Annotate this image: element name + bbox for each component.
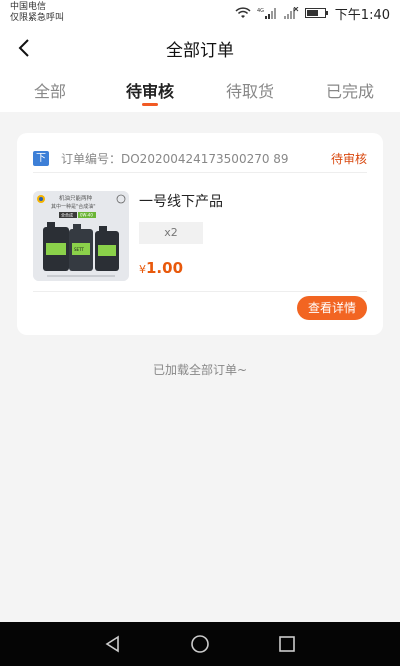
carrier-info: 中国电信 仅限紧急呼叫 <box>10 2 64 24</box>
system-nav-bar <box>0 622 400 666</box>
order-card-header: 下 订单编号：DO20200424173500270 89 待审核 <box>33 147 367 173</box>
product-thumbnail[interactable]: 机油只能两种 其中一种是"合成油" 全合成 0W-40 SETT <box>33 191 129 281</box>
store-badge: 下 <box>33 151 49 166</box>
promo-tag-right: 0W-40 <box>80 213 93 218</box>
view-details-button[interactable]: 查看详情 <box>297 296 367 320</box>
product-price: ¥1.00 <box>139 258 183 277</box>
carrier-name: 中国电信 <box>10 2 47 12</box>
bottle-label: SETT <box>74 247 84 252</box>
emergency-only-text: 仅限紧急呼叫 <box>10 13 65 23</box>
order-status-badge: 待审核 <box>330 152 367 166</box>
tab-pending-review[interactable]: 待审核 <box>100 70 200 112</box>
tab-completed[interactable]: 已完成 <box>300 70 400 112</box>
promo-line-1: 机油只能两种 <box>59 194 93 202</box>
status-bar: 中国电信 仅限紧急呼叫 4G 下午1:40 <box>0 0 400 26</box>
circle-home-icon <box>191 635 209 653</box>
promo-line-2: 其中一种是"合成油" <box>51 203 96 210</box>
signal-none-icon <box>283 7 299 19</box>
order-tabs: 全部 待审核 待取货 已完成 <box>0 70 400 112</box>
page-title: 全部订单 <box>166 41 234 61</box>
square-recents-icon <box>278 636 295 652</box>
triangle-back-icon <box>105 635 120 653</box>
product-quantity: x2 <box>139 222 203 244</box>
nav-recents-button[interactable] <box>267 624 307 664</box>
promo-tag-left: 全合成 <box>61 212 73 218</box>
card-divider <box>33 291 367 292</box>
nav-back-button[interactable] <box>93 624 133 664</box>
status-icons: 4G 下午1:40 <box>235 5 390 23</box>
order-number: 订单编号：DO20200424173500270 89 <box>61 152 289 166</box>
network-badge: 4G <box>257 8 264 14</box>
price-value: 1.00 <box>146 259 184 277</box>
all-loaded-text: 已加载全部订单~ <box>152 363 248 377</box>
order-card[interactable]: 下 订单编号：DO20200424173500270 89 待审核 机油只能两种… <box>17 133 383 335</box>
currency-symbol: ¥ <box>139 263 146 276</box>
product-image: 机油只能两种 其中一种是"合成油" 全合成 0W-40 SETT <box>33 191 129 281</box>
app-header: 全部订单 <box>0 26 400 70</box>
tab-pending-pickup[interactable]: 待取货 <box>200 70 300 112</box>
product-name: 一号线下产品 <box>139 194 223 210</box>
wifi-icon <box>235 7 251 18</box>
signal-4g-icon: 4G <box>257 8 276 19</box>
nav-home-button[interactable] <box>180 624 220 664</box>
battery-icon <box>304 8 328 18</box>
status-time: 下午1:40 <box>334 7 390 23</box>
tab-all[interactable]: 全部 <box>0 70 100 112</box>
